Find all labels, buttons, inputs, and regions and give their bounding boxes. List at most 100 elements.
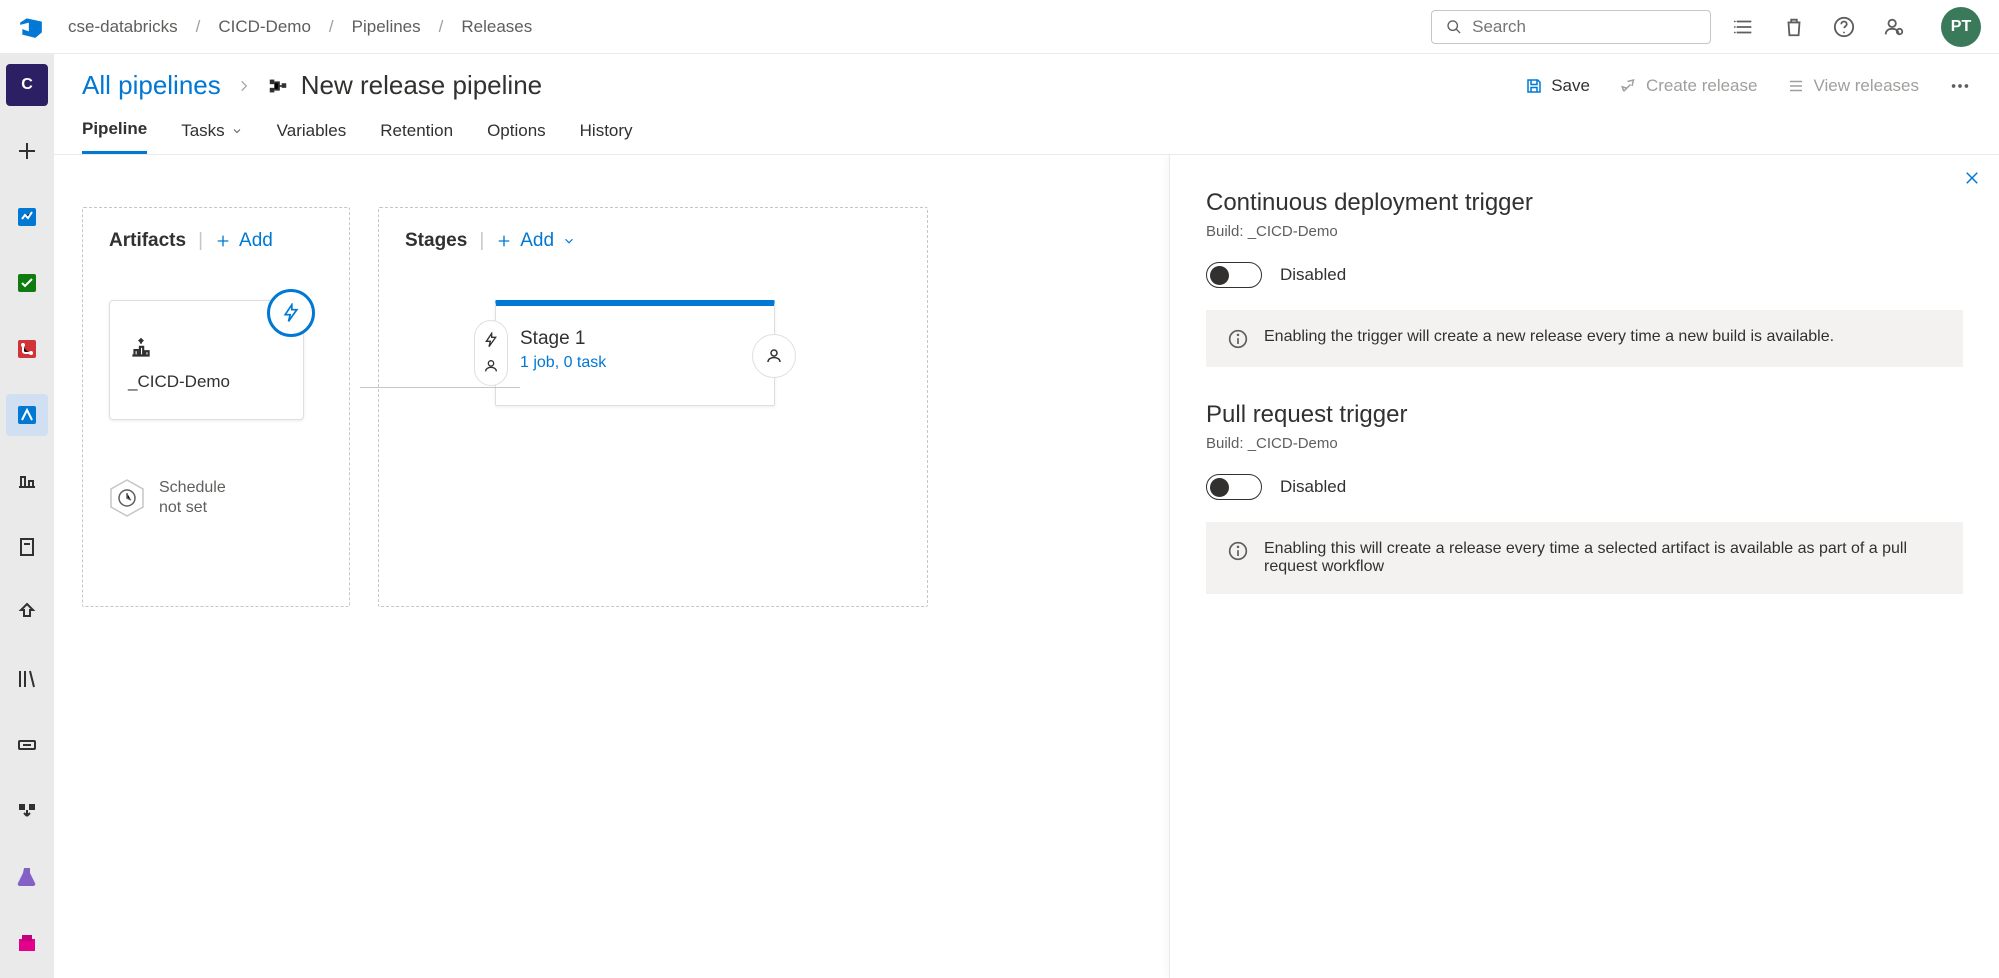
- stage-card[interactable]: Stage 1 1 job, 0 task: [495, 300, 775, 406]
- topbar-icons: PT: [1733, 7, 1981, 47]
- lightning-icon: [281, 303, 301, 323]
- stage-tasks-link[interactable]: 1 job, 0 task: [520, 354, 750, 372]
- breadcrumb-pipelines[interactable]: Pipelines: [352, 17, 421, 37]
- nav-add[interactable]: [6, 130, 48, 172]
- nav-testplans[interactable]: [6, 856, 48, 898]
- tab-retention[interactable]: Retention: [380, 121, 453, 153]
- schedule-text: Schedule not set: [159, 478, 226, 518]
- nav-project[interactable]: C: [6, 64, 48, 106]
- user-settings-icon[interactable]: [1883, 16, 1905, 38]
- chevron-down-icon: [231, 125, 243, 137]
- pr-trigger-info: Enabling this will create a release ever…: [1206, 522, 1963, 594]
- tab-history[interactable]: History: [580, 121, 633, 153]
- tab-pipeline[interactable]: Pipeline: [82, 119, 147, 154]
- cd-trigger-toggle[interactable]: [1206, 262, 1262, 288]
- tab-options[interactable]: Options: [487, 121, 546, 153]
- add-stage-button[interactable]: Add: [496, 230, 576, 252]
- all-pipelines-link[interactable]: All pipelines: [82, 70, 221, 101]
- page-title-text: New release pipeline: [301, 70, 542, 101]
- artifact-card[interactable]: _CICD-Demo: [109, 300, 304, 420]
- cd-trigger-info-text: Enabling the trigger will create a new r…: [1264, 328, 1834, 349]
- pr-trigger-build: Build: _CICD-Demo: [1206, 435, 1963, 452]
- save-button[interactable]: Save: [1525, 76, 1590, 96]
- user-avatar[interactable]: PT: [1941, 7, 1981, 47]
- connector-line: [360, 387, 520, 388]
- marketplace-icon[interactable]: [1783, 16, 1805, 38]
- build-icon: [128, 336, 154, 362]
- save-label: Save: [1551, 76, 1590, 96]
- breadcrumb-sep: /: [439, 17, 444, 37]
- nav-pipelines[interactable]: [6, 394, 48, 436]
- nav-deploymentgroups[interactable]: [6, 790, 48, 832]
- cd-trigger-state: Disabled: [1280, 265, 1346, 285]
- tab-tasks[interactable]: Tasks: [181, 121, 242, 153]
- help-icon[interactable]: [1833, 16, 1855, 38]
- stage-postdeployment-button[interactable]: [752, 334, 796, 378]
- close-panel-button[interactable]: [1963, 169, 1981, 187]
- pr-trigger-toggle[interactable]: [1206, 474, 1262, 500]
- search-icon: [1446, 18, 1462, 36]
- view-releases-button[interactable]: View releases: [1787, 76, 1919, 96]
- save-icon: [1525, 77, 1543, 95]
- plus-icon: [215, 233, 231, 249]
- add-label: Add: [239, 230, 273, 252]
- release-icon: [267, 75, 289, 97]
- cd-trigger-info: Enabling the trigger will create a new r…: [1206, 310, 1963, 367]
- breadcrumb-sep: /: [196, 17, 201, 37]
- tabs: Pipeline Tasks Variables Retention Optio…: [54, 101, 1999, 155]
- search-input[interactable]: [1472, 17, 1696, 37]
- nav-boards[interactable]: [6, 262, 48, 304]
- info-icon: [1228, 541, 1248, 561]
- tab-variables[interactable]: Variables: [277, 121, 347, 153]
- nav-environments[interactable]: [6, 526, 48, 568]
- add-artifact-button[interactable]: Add: [215, 230, 273, 252]
- breadcrumb-org[interactable]: cse-databricks: [68, 17, 178, 37]
- nav-taskgroups[interactable]: [6, 724, 48, 766]
- nav-artifacts[interactable]: [6, 922, 48, 964]
- nav-overview[interactable]: [6, 196, 48, 238]
- nav-pipelines-sub1[interactable]: [6, 460, 48, 502]
- cd-trigger-section: Continuous deployment trigger Build: _CI…: [1206, 189, 1963, 367]
- breadcrumbs: cse-databricks / CICD-Demo / Pipelines /…: [68, 17, 532, 37]
- stage-name: Stage 1: [520, 328, 750, 350]
- work-items-icon[interactable]: [1733, 16, 1755, 38]
- page-header: All pipelines New release pipeline Save …: [54, 54, 1999, 101]
- nav-library[interactable]: [6, 658, 48, 700]
- lightning-icon: [483, 332, 499, 348]
- page-title: New release pipeline: [267, 70, 542, 101]
- create-release-button[interactable]: Create release: [1620, 76, 1758, 96]
- schedule-row: Schedule not set: [109, 478, 323, 518]
- view-releases-icon: [1787, 77, 1805, 95]
- pr-trigger-state: Disabled: [1280, 477, 1346, 497]
- page-actions: Save Create release View releases: [1525, 75, 1971, 97]
- search-box[interactable]: [1431, 10, 1711, 44]
- nav-repos[interactable]: [6, 328, 48, 370]
- stages-label: Stages: [405, 230, 467, 252]
- artifacts-label: Artifacts: [109, 230, 186, 252]
- stage-predeployment-button[interactable]: [474, 320, 508, 386]
- artifacts-panel: Artifacts | Add: [82, 207, 350, 607]
- person-icon: [483, 358, 499, 374]
- add-label: Add: [520, 230, 554, 252]
- topbar: cse-databricks / CICD-Demo / Pipelines /…: [0, 0, 1999, 54]
- artifact-trigger-button[interactable]: [267, 289, 315, 337]
- pr-trigger-title: Pull request trigger: [1206, 401, 1963, 429]
- leftnav: C: [0, 54, 54, 978]
- more-actions-icon[interactable]: [1949, 75, 1971, 97]
- person-icon: [765, 347, 783, 365]
- pipe: |: [198, 230, 203, 252]
- create-release-icon: [1620, 77, 1638, 95]
- nav-releases[interactable]: [6, 592, 48, 634]
- artifact-name: _CICD-Demo: [128, 372, 285, 392]
- cd-trigger-title: Continuous deployment trigger: [1206, 189, 1963, 217]
- azure-devops-logo[interactable]: [18, 14, 44, 40]
- breadcrumb-releases[interactable]: Releases: [461, 17, 532, 37]
- info-icon: [1228, 329, 1248, 349]
- breadcrumb-project[interactable]: CICD-Demo: [218, 17, 311, 37]
- pipeline-canvas: Artifacts | Add: [54, 155, 1169, 978]
- chevron-right-icon: [237, 79, 251, 93]
- stages-panel: Stages | Add: [378, 207, 928, 607]
- pr-trigger-section: Pull request trigger Build: _CICD-Demo D…: [1206, 401, 1963, 594]
- schedule-button[interactable]: [109, 478, 145, 518]
- close-icon: [1963, 169, 1981, 187]
